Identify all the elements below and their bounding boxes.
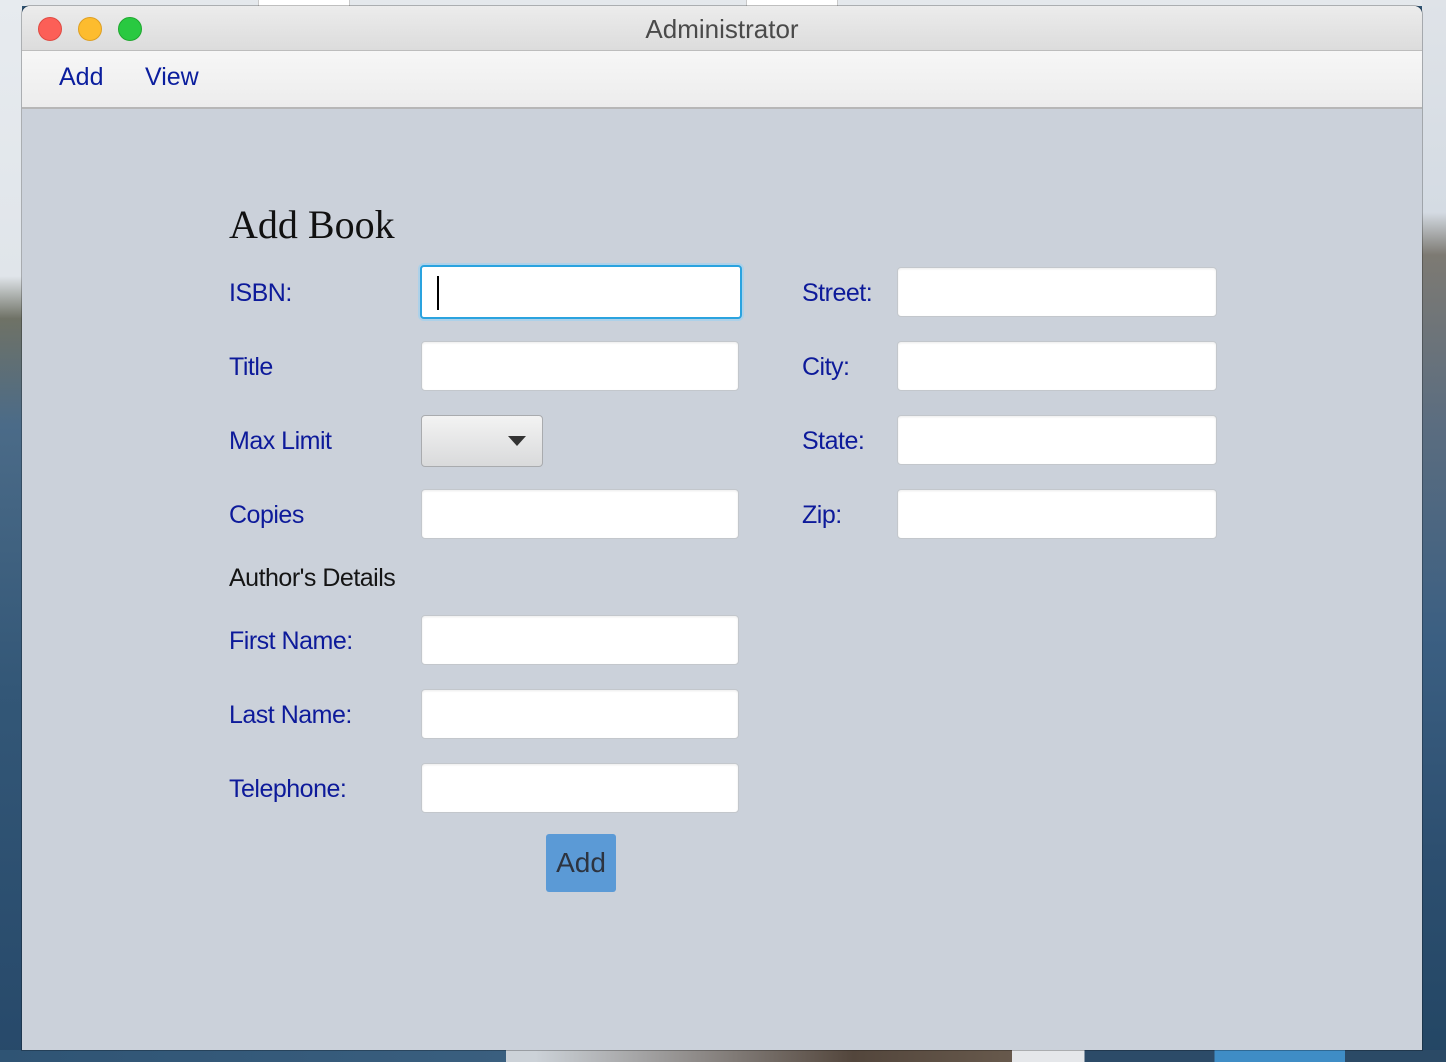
max-limit-dropdown[interactable]: [421, 415, 543, 467]
first-name-field[interactable]: [421, 615, 739, 665]
window-title: Administrator: [645, 14, 799, 44]
state-field[interactable]: [897, 415, 1217, 465]
chevron-down-icon: [508, 436, 526, 446]
text-caret: [437, 276, 439, 310]
add-book-form: Add Book ISBN: Title Max Limit Copies Au…: [22, 109, 1422, 1050]
title-label: Title: [229, 353, 273, 381]
title-field[interactable]: [421, 341, 739, 391]
administrator-window: Administrator Add View Add Book ISBN: Ti…: [22, 6, 1422, 1050]
city-label: City:: [802, 353, 850, 381]
copies-label: Copies: [229, 501, 304, 529]
author-details-heading: Author's Details: [229, 564, 396, 592]
isbn-label: ISBN:: [229, 279, 292, 307]
last-name-field[interactable]: [421, 689, 739, 739]
menu-bar: Add View: [22, 51, 1422, 109]
state-label: State:: [802, 427, 865, 455]
zip-field[interactable]: [897, 489, 1217, 539]
street-label: Street:: [802, 279, 873, 307]
max-limit-label: Max Limit: [229, 427, 332, 455]
copies-field[interactable]: [421, 489, 739, 539]
isbn-field[interactable]: [420, 265, 742, 319]
desktop-wallpaper-right: [1422, 0, 1446, 1062]
city-field[interactable]: [897, 341, 1217, 391]
desktop-wallpaper-left: [0, 0, 22, 1062]
page-title: Add Book: [229, 202, 395, 247]
telephone-label: Telephone:: [229, 775, 347, 803]
zip-label: Zip:: [802, 501, 842, 529]
menu-add[interactable]: Add: [59, 63, 103, 92]
last-name-label: Last Name:: [229, 701, 352, 729]
menu-view[interactable]: View: [145, 63, 199, 92]
first-name-label: First Name:: [229, 627, 353, 655]
title-bar[interactable]: Administrator: [22, 6, 1422, 51]
telephone-field[interactable]: [421, 763, 739, 813]
desktop-wallpaper-bottom: [0, 1050, 1446, 1062]
add-book-button[interactable]: Add: [546, 834, 616, 892]
street-field[interactable]: [897, 267, 1217, 317]
